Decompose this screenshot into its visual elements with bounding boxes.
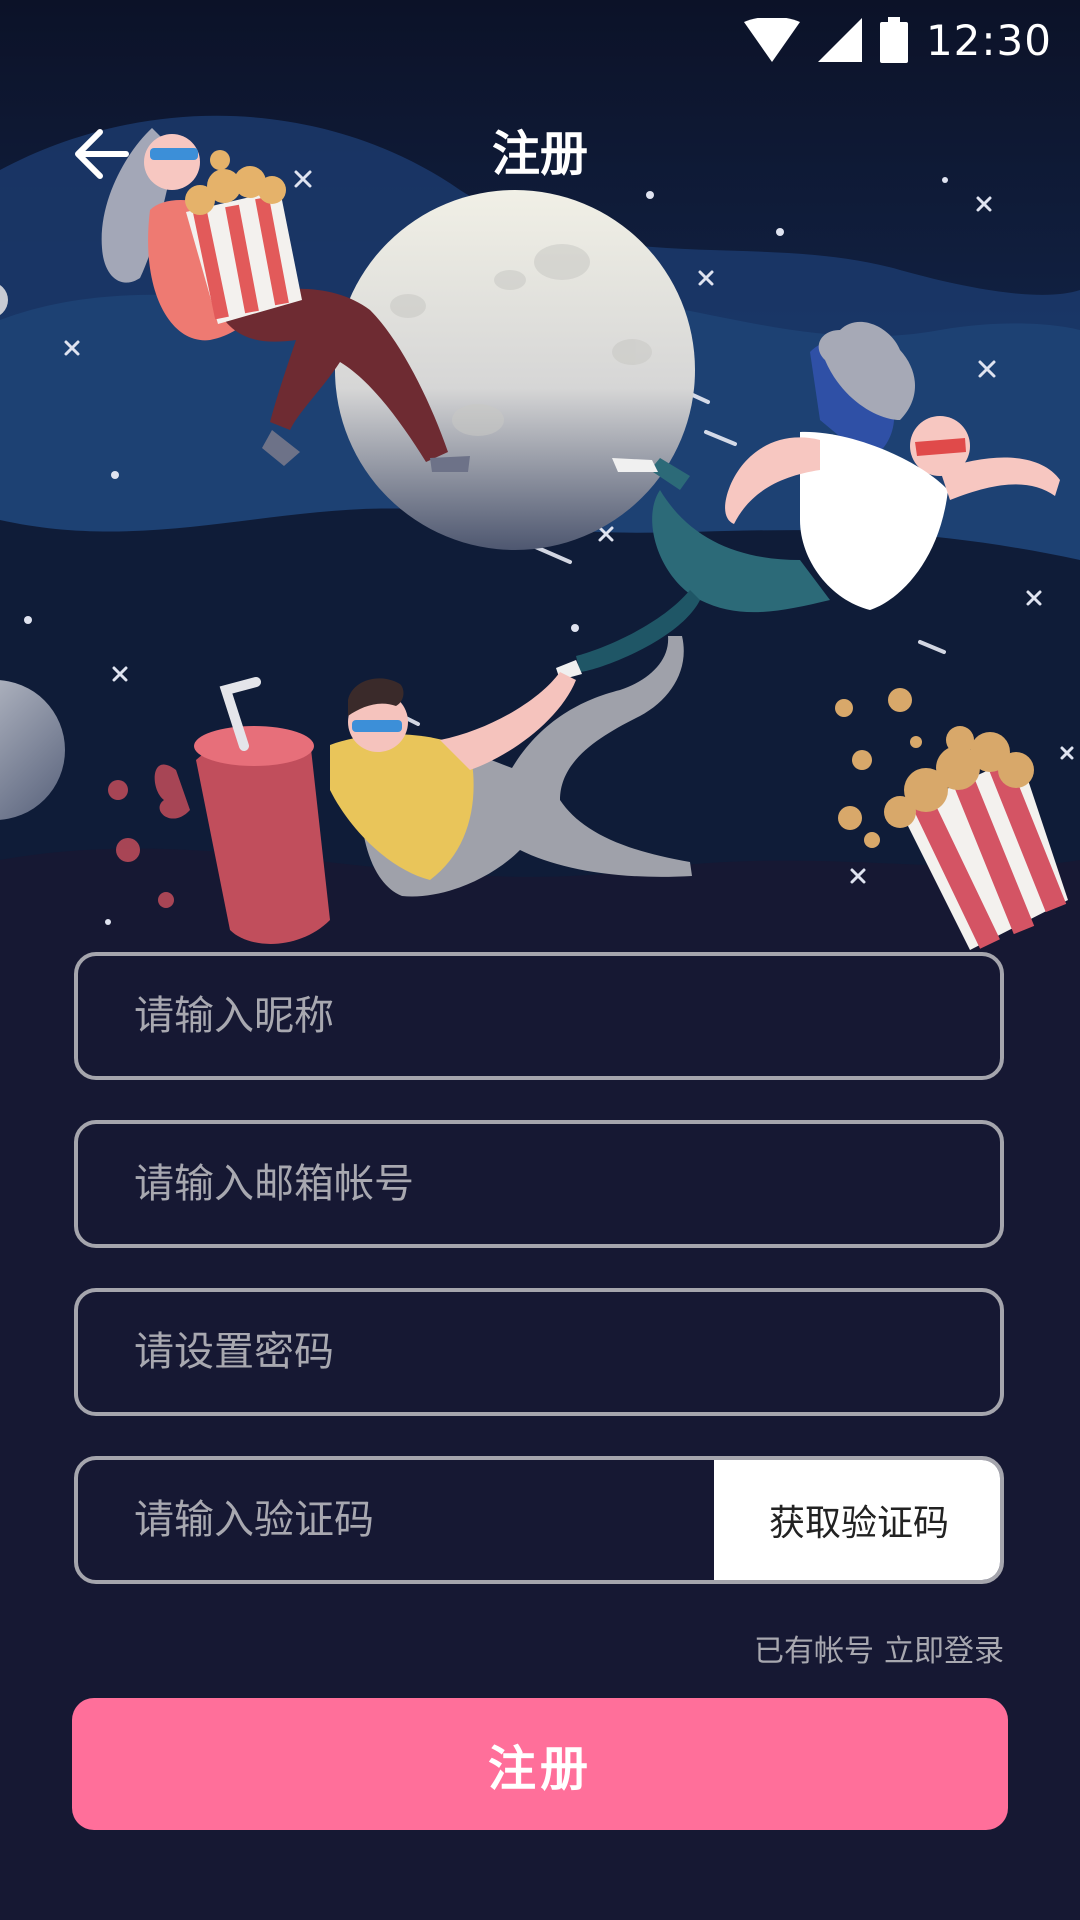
title-bar: 注册 bbox=[0, 100, 1080, 190]
have-account-text: 已有帐号 bbox=[754, 1634, 874, 1669]
signal-icon bbox=[817, 18, 862, 62]
nickname-input[interactable] bbox=[78, 956, 1000, 1076]
nickname-field bbox=[74, 952, 1004, 1080]
password-input[interactable] bbox=[78, 1292, 1000, 1412]
login-prompt: 已有帐号 立即登录 bbox=[744, 1626, 1004, 1670]
login-link[interactable]: 立即登录 bbox=[884, 1634, 1004, 1669]
page-title: 注册 bbox=[491, 126, 588, 182]
battery-icon bbox=[879, 17, 908, 63]
email-input[interactable] bbox=[78, 1124, 1000, 1244]
status-bar: 12:30 bbox=[0, 0, 1080, 80]
get-code-button[interactable]: 获取验证码 bbox=[714, 1460, 1000, 1580]
password-field bbox=[74, 1288, 1004, 1416]
status-time: 12:30 bbox=[925, 15, 1052, 65]
verification-code-field: 获取验证码 bbox=[74, 1456, 1004, 1584]
verification-code-input[interactable] bbox=[78, 1460, 718, 1580]
status-icons: 12:30 bbox=[743, 12, 1052, 68]
email-field bbox=[74, 1120, 1004, 1248]
wifi-icon bbox=[743, 18, 800, 62]
register-button[interactable]: 注册 bbox=[72, 1698, 1008, 1830]
register-screen: 12:30 注册 获取验证码 已有帐号立即登录 注册 bbox=[0, 0, 1080, 1920]
